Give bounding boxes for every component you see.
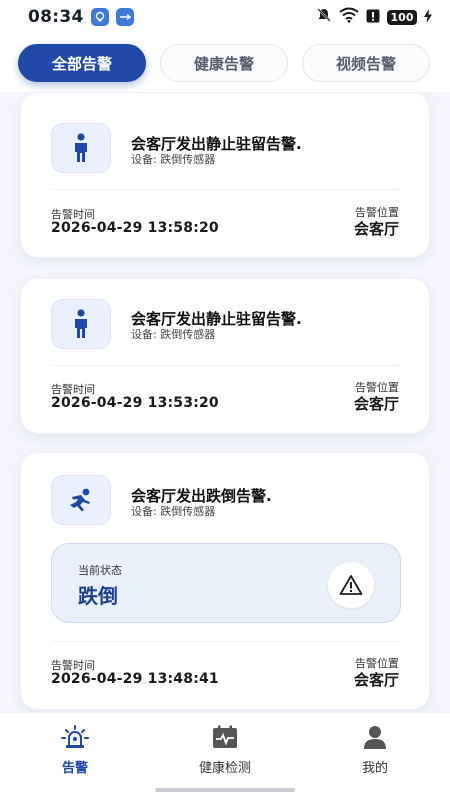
alarm-location: 会客厅 bbox=[353, 671, 399, 689]
alarm-device: 设备: 跌倒传感器 bbox=[131, 153, 216, 166]
state-value: 跌倒 bbox=[78, 584, 118, 608]
nav-label: 我的 bbox=[361, 761, 388, 776]
wifi-icon bbox=[339, 7, 359, 27]
alarm-time: 2026-04-29 13:53:20 bbox=[51, 395, 219, 411]
alert-status-icon bbox=[366, 8, 380, 27]
alarm-device: 设备: 跌倒传感器 bbox=[131, 328, 216, 341]
charging-icon bbox=[424, 8, 432, 27]
user-icon bbox=[363, 725, 387, 753]
usb-icon bbox=[115, 8, 134, 26]
home-indicator bbox=[155, 788, 295, 792]
alarm-list[interactable]: 会客厅发出静止驻留告警. 设备: 跌倒传感器 告警时间 2026-04-29 1… bbox=[0, 92, 450, 712]
divider bbox=[51, 189, 399, 190]
alarm-card[interactable]: 会客厅发出跌倒告警. 设备: 跌倒传感器 当前状态 跌倒 告警时间 2026-0… bbox=[20, 452, 430, 710]
nav-label: 健康检测 bbox=[198, 761, 251, 776]
divider bbox=[51, 641, 399, 642]
state-label: 当前状态 bbox=[78, 564, 122, 577]
bottom-nav: 告警 健康检测 我的 bbox=[0, 712, 450, 800]
warning-icon bbox=[328, 562, 374, 608]
nav-item-alarm[interactable]: 告警 bbox=[20, 725, 130, 776]
current-state-panel: 当前状态 跌倒 bbox=[51, 543, 401, 623]
alarm-card[interactable]: 会客厅发出静止驻留告警. 设备: 跌倒传感器 告警时间 2026-04-29 1… bbox=[20, 278, 430, 434]
battery-indicator: 100 bbox=[387, 9, 417, 25]
tab-all-alarms[interactable]: 全部告警 bbox=[18, 44, 146, 82]
notification-app-icon bbox=[90, 8, 109, 26]
person-falling-icon bbox=[51, 475, 111, 525]
status-time: 08:34 bbox=[28, 7, 84, 27]
alarm-location: 会客厅 bbox=[353, 220, 399, 238]
alarm-card[interactable]: 会客厅发出静止驻留告警. 设备: 跌倒传感器 告警时间 2026-04-29 1… bbox=[20, 92, 430, 258]
alarm-time: 2026-04-29 13:58:20 bbox=[51, 220, 219, 236]
alarm-time: 2026-04-29 13:48:41 bbox=[51, 671, 219, 687]
alarm-device: 设备: 跌倒传感器 bbox=[131, 505, 216, 518]
nav-label: 告警 bbox=[61, 761, 88, 776]
alarm-light-icon bbox=[61, 725, 89, 753]
health-monitor-icon bbox=[212, 725, 238, 753]
nav-item-mine[interactable]: 我的 bbox=[320, 725, 430, 776]
divider bbox=[51, 365, 399, 366]
nav-item-health[interactable]: 健康检测 bbox=[170, 725, 280, 776]
tab-health-alarms[interactable]: 健康告警 bbox=[160, 44, 288, 82]
person-standing-icon bbox=[51, 123, 111, 173]
tab-video-alarms[interactable]: 视频告警 bbox=[302, 44, 430, 82]
alarm-filter-tabs: 全部告警 健康告警 视频告警 bbox=[0, 34, 450, 92]
person-standing-icon bbox=[51, 299, 111, 349]
mute-icon bbox=[316, 7, 332, 27]
alarm-location: 会客厅 bbox=[353, 395, 399, 413]
status-bar: 08:34 100 bbox=[0, 0, 450, 34]
